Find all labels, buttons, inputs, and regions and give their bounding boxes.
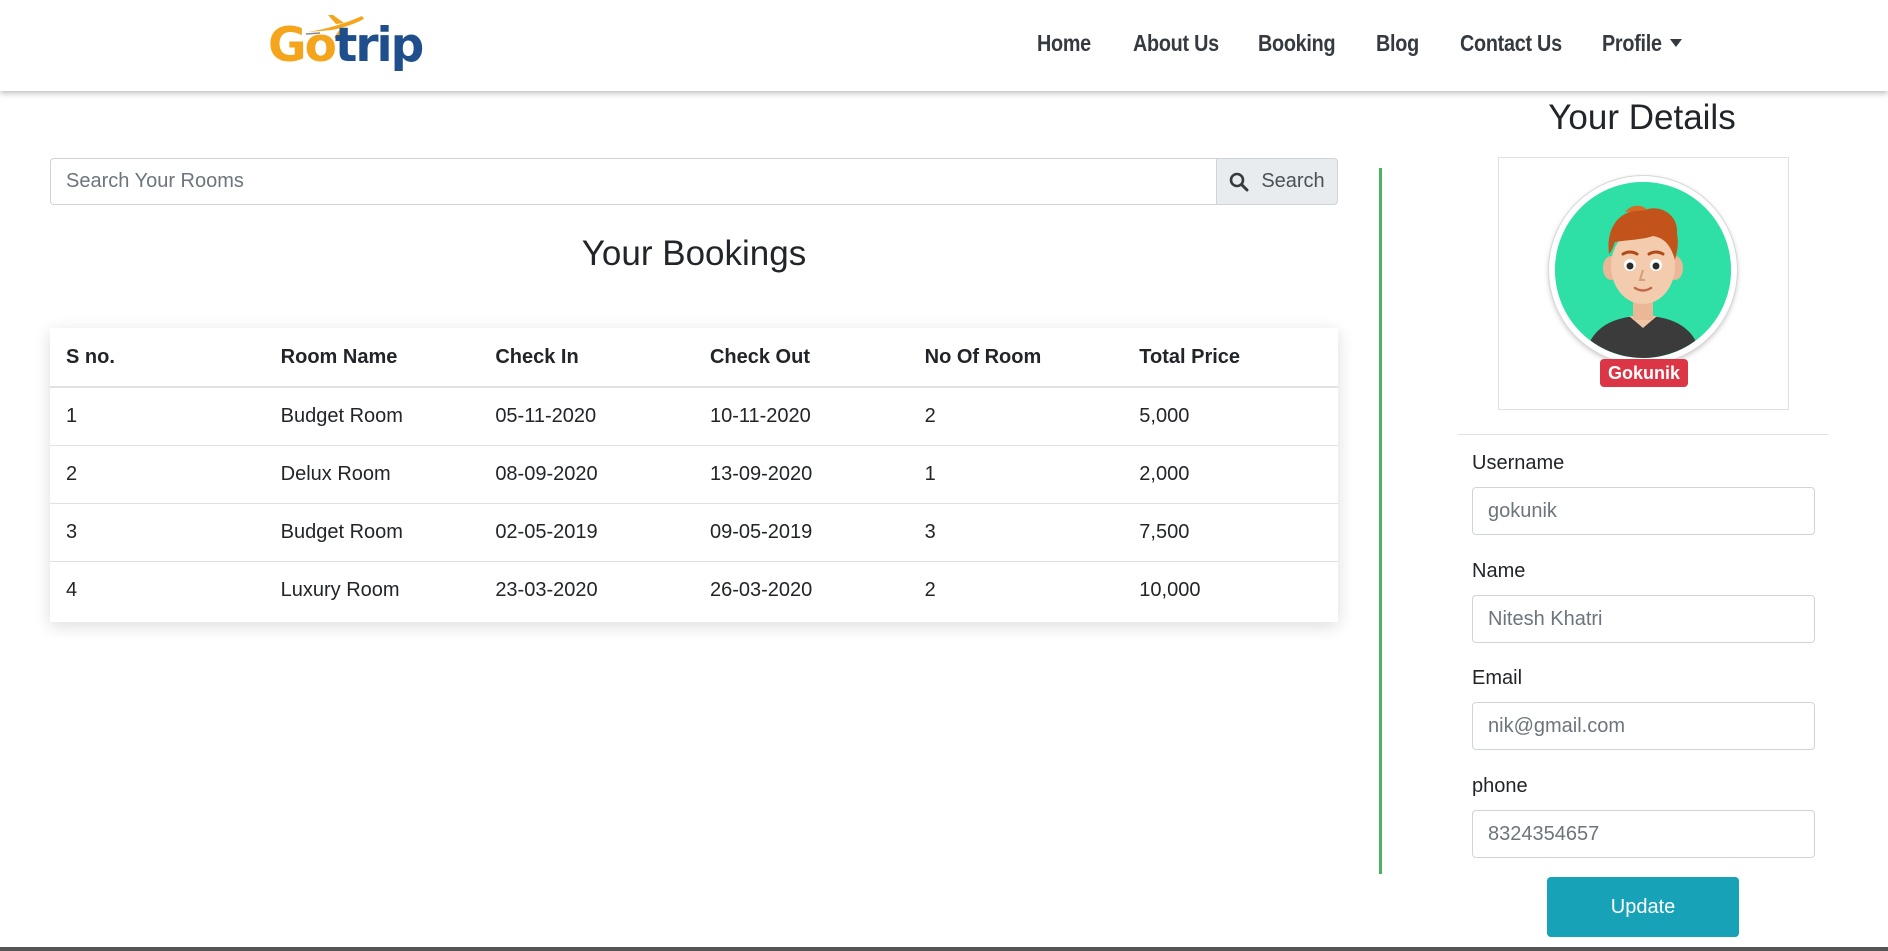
cell-s-no: 2 [50,445,265,504]
cell-no-of-room: 3 [908,503,1124,562]
cell-room-name: Budget Room [264,387,480,446]
navbar: Gotrip Home About Us Booking Blog Contac… [0,0,1888,91]
col-s-no: S no. [50,328,265,388]
phone-label: phone [1472,775,1528,797]
search-icon [1230,172,1249,191]
cell-total-price: 10,000 [1139,578,1201,601]
update-button[interactable]: Update [1547,877,1739,937]
cell-check-in: 08-09-2020 [479,445,694,504]
search-button-label: Search [1261,170,1325,192]
details-title: Your Details [1548,98,1736,137]
cell-no-of-room: 1 [908,445,1124,504]
room-search: Search [50,158,1338,205]
nav-booking[interactable]: Booking [1258,30,1336,57]
nav-home[interactable]: Home [1037,30,1091,57]
table-row: 3 Budget Room 02-05-2019 09-05-2019 3 7,… [50,503,1338,562]
cell-room-name: Delux Room [264,445,480,504]
nav-contact-us[interactable]: Contact Us [1460,30,1562,57]
cell-room-name: Budget Room [264,503,480,562]
cell-total-price: 2,000 [1123,445,1338,504]
nav-about-us[interactable]: About Us [1133,30,1219,57]
cell-s-no: 1 [50,387,265,446]
cell-check-out: 13-09-2020 [693,445,909,504]
bookings-title: Your Bookings [581,234,807,273]
name-label: Name [1472,560,1526,582]
cell-check-out: 26-03-2020 [709,578,813,601]
logo-go: Go [268,18,337,73]
email-label: Email [1472,667,1523,689]
cell-s-no: 4 [66,578,78,601]
search-input[interactable] [50,158,1216,205]
details-divider [1458,434,1828,435]
table-row: 1 Budget Room 05-11-2020 10-11-2020 2 5,… [50,387,1338,446]
profile-card: Gokunik [1498,157,1789,410]
cell-s-no: 3 [50,503,265,562]
cell-check-out: 09-05-2019 [693,503,909,562]
cell-check-in: 23-03-2020 [495,578,598,601]
table-header-row: S no. Room Name Check In Check Out No Of… [50,328,1338,388]
col-check-in: Check In [479,328,694,388]
phone-field[interactable] [1472,810,1815,858]
cell-check-in: 05-11-2020 [479,387,694,446]
username-field[interactable] [1472,487,1815,535]
nav-profile-dropdown[interactable]: Profile [1602,30,1683,57]
cell-room-name: Luxury Room [280,578,400,601]
cell-total-price: 7,500 [1123,503,1338,562]
table-row: 2 Delux Room 08-09-2020 13-09-2020 1 2,0… [50,445,1338,504]
email-field[interactable] [1472,702,1815,750]
avatar [1549,176,1737,364]
bookings-table-card: S no. Room Name Check In Check Out No Of… [50,328,1338,622]
gotrip-logo[interactable]: Gotrip [254,12,424,78]
col-room-name: Room Name [264,328,480,388]
nav-profile-label: Profile [1602,30,1662,56]
cell-check-in: 02-05-2019 [479,503,694,562]
cell-total-price: 5,000 [1123,387,1338,446]
nav-blog[interactable]: Blog [1376,30,1419,57]
cell-no-of-room: 2 [908,387,1124,446]
col-total-price: Total Price [1123,328,1338,388]
cell-no-of-room: 2 [924,578,936,601]
cell-check-out: 10-11-2020 [693,387,909,446]
name-field[interactable] [1472,595,1815,643]
logo-wordmark: Gotrip [268,22,424,69]
col-no-of-room: No Of Room [908,328,1124,388]
chevron-down-icon [1670,39,1683,47]
table-row: 4 Luxury Room 23-03-2020 26-03-2020 2 10… [50,561,1338,619]
bottom-edge [0,947,1888,951]
search-button[interactable]: Search [1216,158,1338,205]
username-badge: Gokunik [1600,359,1689,387]
username-label: Username [1472,452,1565,474]
user-avatar-icon [1555,182,1731,358]
bookings-table: S no. Room Name Check In Check Out No Of… [50,328,1338,619]
logo-trip: trip [334,18,424,73]
section-divider [1379,168,1382,874]
col-check-out: Check Out [693,328,909,388]
